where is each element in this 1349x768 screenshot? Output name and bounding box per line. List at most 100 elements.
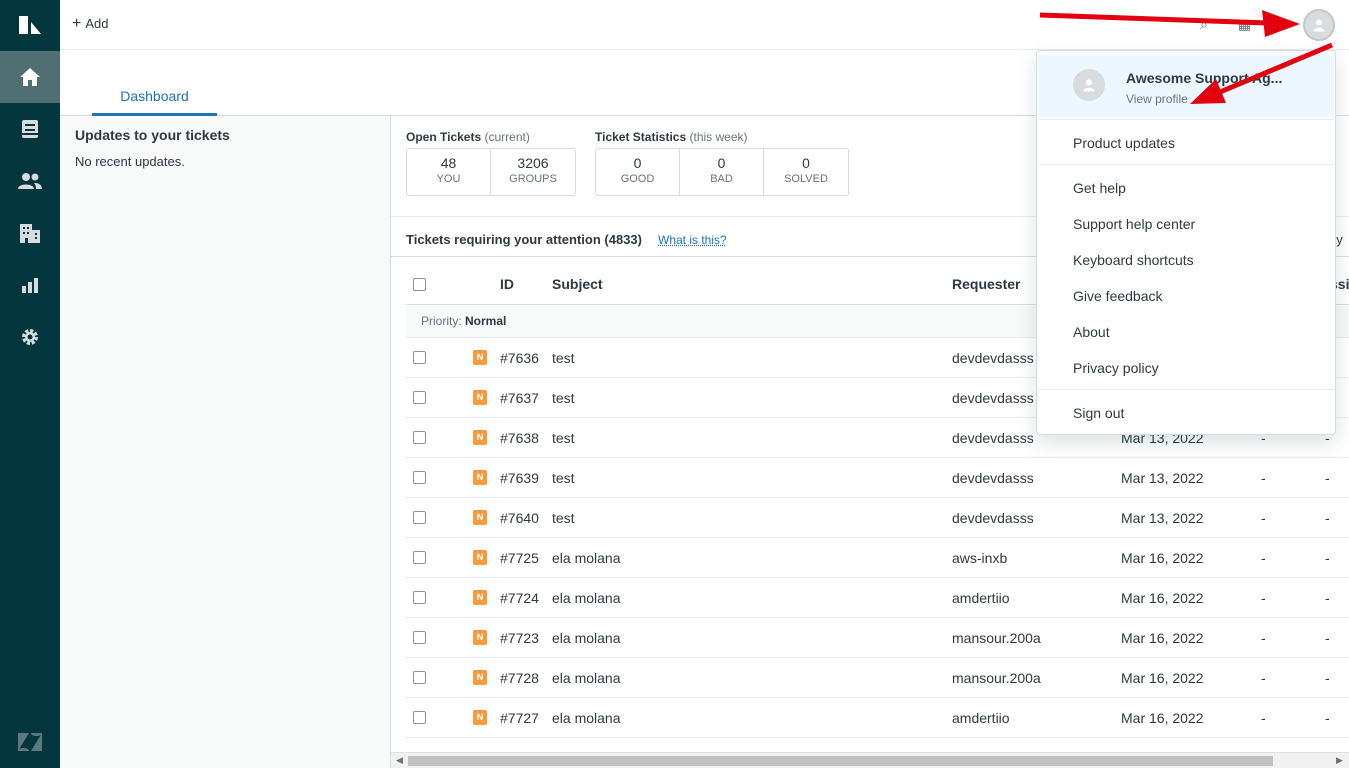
ticket-requester[interactable]: aws-inxb — [952, 550, 1007, 566]
ticket-subject[interactable]: ela molana — [552, 710, 621, 726]
tab-dashboard[interactable]: Dashboard — [92, 88, 217, 116]
scrollbar-thumb[interactable] — [408, 756, 1273, 766]
horizontal-scrollbar[interactable]: ◀ ▶ — [391, 752, 1349, 768]
ticket-id[interactable]: #7637 — [500, 390, 539, 406]
ticket-col-b: - — [1325, 710, 1330, 726]
ticket-requester[interactable]: amdertiio — [952, 590, 1010, 606]
sidebar — [0, 0, 60, 768]
ticket-date: Mar 16, 2022 — [1121, 710, 1204, 726]
plus-icon: + — [72, 14, 82, 32]
table-row[interactable]: N #7640 test devdevdasss Mar 13, 2022 - - — [406, 498, 1349, 538]
sidebar-item-admin[interactable] — [0, 311, 60, 363]
ticket-col-b: - — [1325, 550, 1330, 566]
table-row[interactable]: N #7724 ela molana amdertiio Mar 16, 2022 - - — [406, 578, 1349, 618]
menu-item-keyboard-shortcuts[interactable]: Keyboard shortcuts — [1073, 252, 1194, 268]
row-checkbox[interactable] — [413, 591, 426, 604]
menu-item-privacy-policy[interactable]: Privacy policy — [1073, 360, 1159, 376]
ticket-requester[interactable]: amdertiio — [952, 710, 1010, 726]
zendesk-product-logo[interactable] — [0, 716, 60, 768]
menu-item-about[interactable]: About — [1073, 324, 1110, 340]
ticket-col-b: - — [1325, 590, 1330, 606]
stat-you[interactable]: 48 YOU — [407, 149, 491, 195]
ticket-requester[interactable]: devdevdasss — [952, 510, 1034, 526]
ticket-requester[interactable]: devdevdasss — [952, 350, 1034, 366]
products-grid-icon[interactable]: ▦ — [1238, 16, 1251, 33]
ticket-subject[interactable]: ela molana — [552, 630, 621, 646]
ticket-id[interactable]: #7725 — [500, 550, 539, 566]
menu-item-give-feedback[interactable]: Give feedback — [1073, 288, 1163, 304]
menu-item-support-help-center[interactable]: Support help center — [1073, 216, 1195, 232]
updates-empty-text: No recent updates. — [75, 154, 185, 169]
add-button[interactable]: + Add — [72, 14, 109, 32]
ticket-requester[interactable]: mansour.200a — [952, 670, 1041, 686]
table-row[interactable]: N #7723 ela molana mansour.200a Mar 16, 2022… — [406, 618, 1349, 658]
view-profile-link[interactable]: View profile — [1126, 92, 1188, 106]
ticket-id[interactable]: #7728 — [500, 670, 539, 686]
search-icon[interactable]: ⌕ — [1200, 16, 1208, 33]
row-checkbox[interactable] — [413, 391, 426, 404]
row-checkbox[interactable] — [413, 431, 426, 444]
what-is-this-link[interactable]: What is this? — [658, 233, 727, 247]
ticket-subject[interactable]: test — [552, 350, 575, 366]
row-checkbox[interactable] — [413, 671, 426, 684]
priority-normal-badge: N — [473, 350, 487, 365]
ticket-subject[interactable]: test — [552, 510, 575, 526]
menu-item-product-updates[interactable]: Product updates — [1073, 135, 1175, 151]
priority-normal-badge: N — [473, 630, 487, 645]
ticket-requester[interactable]: devdevdasss — [952, 390, 1034, 406]
ticket-subject[interactable]: test — [552, 430, 575, 446]
customers-icon — [18, 173, 42, 189]
row-checkbox[interactable] — [413, 471, 426, 484]
menu-item-get-help[interactable]: Get help — [1073, 180, 1126, 196]
ticket-col-a: - — [1261, 710, 1266, 726]
ticket-subject[interactable]: ela molana — [552, 590, 621, 606]
ticket-requester[interactable]: devdevdasss — [952, 470, 1034, 486]
table-row[interactable]: N #7725 ela molana aws-inxb Mar 16, 2022 - - — [406, 538, 1349, 578]
sidebar-item-customers[interactable] — [0, 155, 60, 207]
ticket-col-a: - — [1261, 470, 1266, 486]
open-tickets-block: Open Tickets (current) 48 YOU 3206 GROUP… — [406, 130, 576, 196]
stat-solved: 0 SOLVED — [784, 155, 828, 185]
scroll-left-arrow[interactable]: ◀ — [396, 755, 403, 766]
ticket-subject[interactable]: ela molana — [552, 550, 621, 566]
menu-item-sign-out[interactable]: Sign out — [1073, 405, 1124, 421]
ticket-subject[interactable]: ela molana — [552, 670, 621, 686]
ticket-id[interactable]: #7639 — [500, 470, 539, 486]
scroll-right-arrow[interactable]: ▶ — [1336, 755, 1343, 766]
user-avatar-button[interactable] — [1303, 9, 1335, 41]
stat-groups[interactable]: 3206 GROUPS — [491, 149, 575, 195]
row-checkbox[interactable] — [413, 631, 426, 644]
table-row[interactable]: N #7728 ela molana mansour.200a Mar 16, 2022… — [406, 658, 1349, 698]
ticket-subject[interactable]: test — [552, 390, 575, 406]
header-requester[interactable]: Requester — [952, 276, 1020, 292]
views-icon — [22, 120, 38, 138]
ticket-col-b: - — [1325, 670, 1330, 686]
ticket-id[interactable]: #7636 — [500, 350, 539, 366]
ticket-id[interactable]: #7724 — [500, 590, 539, 606]
zendesk-logo[interactable] — [0, 0, 60, 50]
profile-header[interactable]: Awesome Support Ag... View profile — [1038, 55, 1334, 117]
ticket-col-a: - — [1261, 510, 1266, 526]
header-id[interactable]: ID — [500, 276, 514, 292]
sidebar-item-reporting[interactable] — [0, 259, 60, 311]
row-checkbox[interactable] — [413, 711, 426, 724]
ticket-id[interactable]: #7640 — [500, 510, 539, 526]
table-row[interactable]: N #7639 test devdevdasss Mar 13, 2022 - - — [406, 458, 1349, 498]
select-all-checkbox[interactable] — [413, 278, 426, 291]
ticket-id[interactable]: #7727 — [500, 710, 539, 726]
ticket-statistics-label: Ticket Statistics (this week) — [595, 130, 748, 144]
sidebar-item-home[interactable] — [0, 51, 60, 103]
ticket-subject[interactable]: test — [552, 470, 575, 486]
ticket-id[interactable]: #7723 — [500, 630, 539, 646]
add-button-label: Add — [85, 16, 109, 31]
sidebar-item-organizations[interactable] — [0, 207, 60, 259]
row-checkbox[interactable] — [413, 511, 426, 524]
row-checkbox[interactable] — [413, 351, 426, 364]
ticket-requester[interactable]: devdevdasss — [952, 430, 1034, 446]
header-subject[interactable]: Subject — [552, 276, 603, 292]
ticket-id[interactable]: #7638 — [500, 430, 539, 446]
table-row[interactable]: N #7727 ela molana amdertiio Mar 16, 2022 - - — [406, 698, 1349, 738]
ticket-requester[interactable]: mansour.200a — [952, 630, 1041, 646]
sidebar-item-views[interactable] — [0, 103, 60, 155]
row-checkbox[interactable] — [413, 551, 426, 564]
